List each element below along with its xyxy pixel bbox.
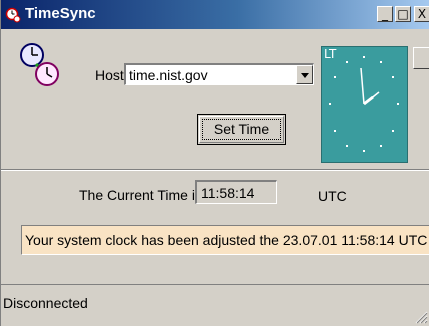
tick-3 bbox=[397, 103, 399, 105]
tick-12 bbox=[363, 56, 365, 58]
clock-side-button[interactable] bbox=[413, 47, 429, 69]
minimize-button[interactable]: _ bbox=[377, 6, 393, 22]
dropdown-arrow-icon[interactable] bbox=[296, 65, 313, 84]
tick-8 bbox=[334, 130, 336, 132]
message-text: Your system clock has been adjusted the … bbox=[25, 232, 428, 248]
clock-sync-icon bbox=[20, 43, 59, 86]
separator bbox=[1, 169, 429, 171]
minute-hand bbox=[360, 67, 365, 105]
tick-2 bbox=[392, 76, 394, 78]
tick-7 bbox=[346, 145, 348, 147]
tick-11 bbox=[346, 61, 348, 63]
resize-grip-icon[interactable] bbox=[414, 310, 428, 324]
clock-face bbox=[329, 56, 399, 152]
app-clock-icon bbox=[5, 7, 21, 23]
status-text: Disconnected bbox=[3, 295, 88, 311]
timezone-label: UTC bbox=[318, 188, 347, 204]
tick-4 bbox=[392, 130, 394, 132]
message-box: Your system clock has been adjusted the … bbox=[21, 225, 429, 255]
analog-clock: LT bbox=[321, 46, 408, 163]
hour-hand-base bbox=[363, 95, 374, 106]
tick-10 bbox=[334, 76, 336, 78]
tick-6 bbox=[363, 150, 365, 152]
tick-5 bbox=[380, 145, 382, 147]
current-time-field: 11:58:14 bbox=[195, 180, 277, 204]
set-time-label: Set Time bbox=[213, 121, 270, 137]
host-label: Host: bbox=[95, 67, 128, 83]
close-button[interactable]: X bbox=[414, 6, 429, 22]
maximize-button[interactable]: □ bbox=[395, 6, 411, 22]
title-bar[interactable]: TimeSync _ □ X bbox=[1, 0, 429, 29]
tick-1 bbox=[380, 61, 382, 63]
current-time-label: The Current Time is : bbox=[79, 187, 210, 203]
status-bar: Disconnected bbox=[1, 284, 429, 326]
host-value[interactable]: time.nist.gov bbox=[129, 67, 208, 83]
window-title: TimeSync bbox=[25, 5, 96, 22]
set-time-button[interactable]: Set Time bbox=[197, 114, 286, 145]
current-time-value: 11:58:14 bbox=[201, 185, 255, 201]
host-combobox[interactable]: time.nist.gov bbox=[124, 63, 314, 85]
tick-9 bbox=[329, 103, 331, 105]
timesync-window: TimeSync _ □ X Host: time.nist.gov Set T… bbox=[0, 0, 429, 326]
